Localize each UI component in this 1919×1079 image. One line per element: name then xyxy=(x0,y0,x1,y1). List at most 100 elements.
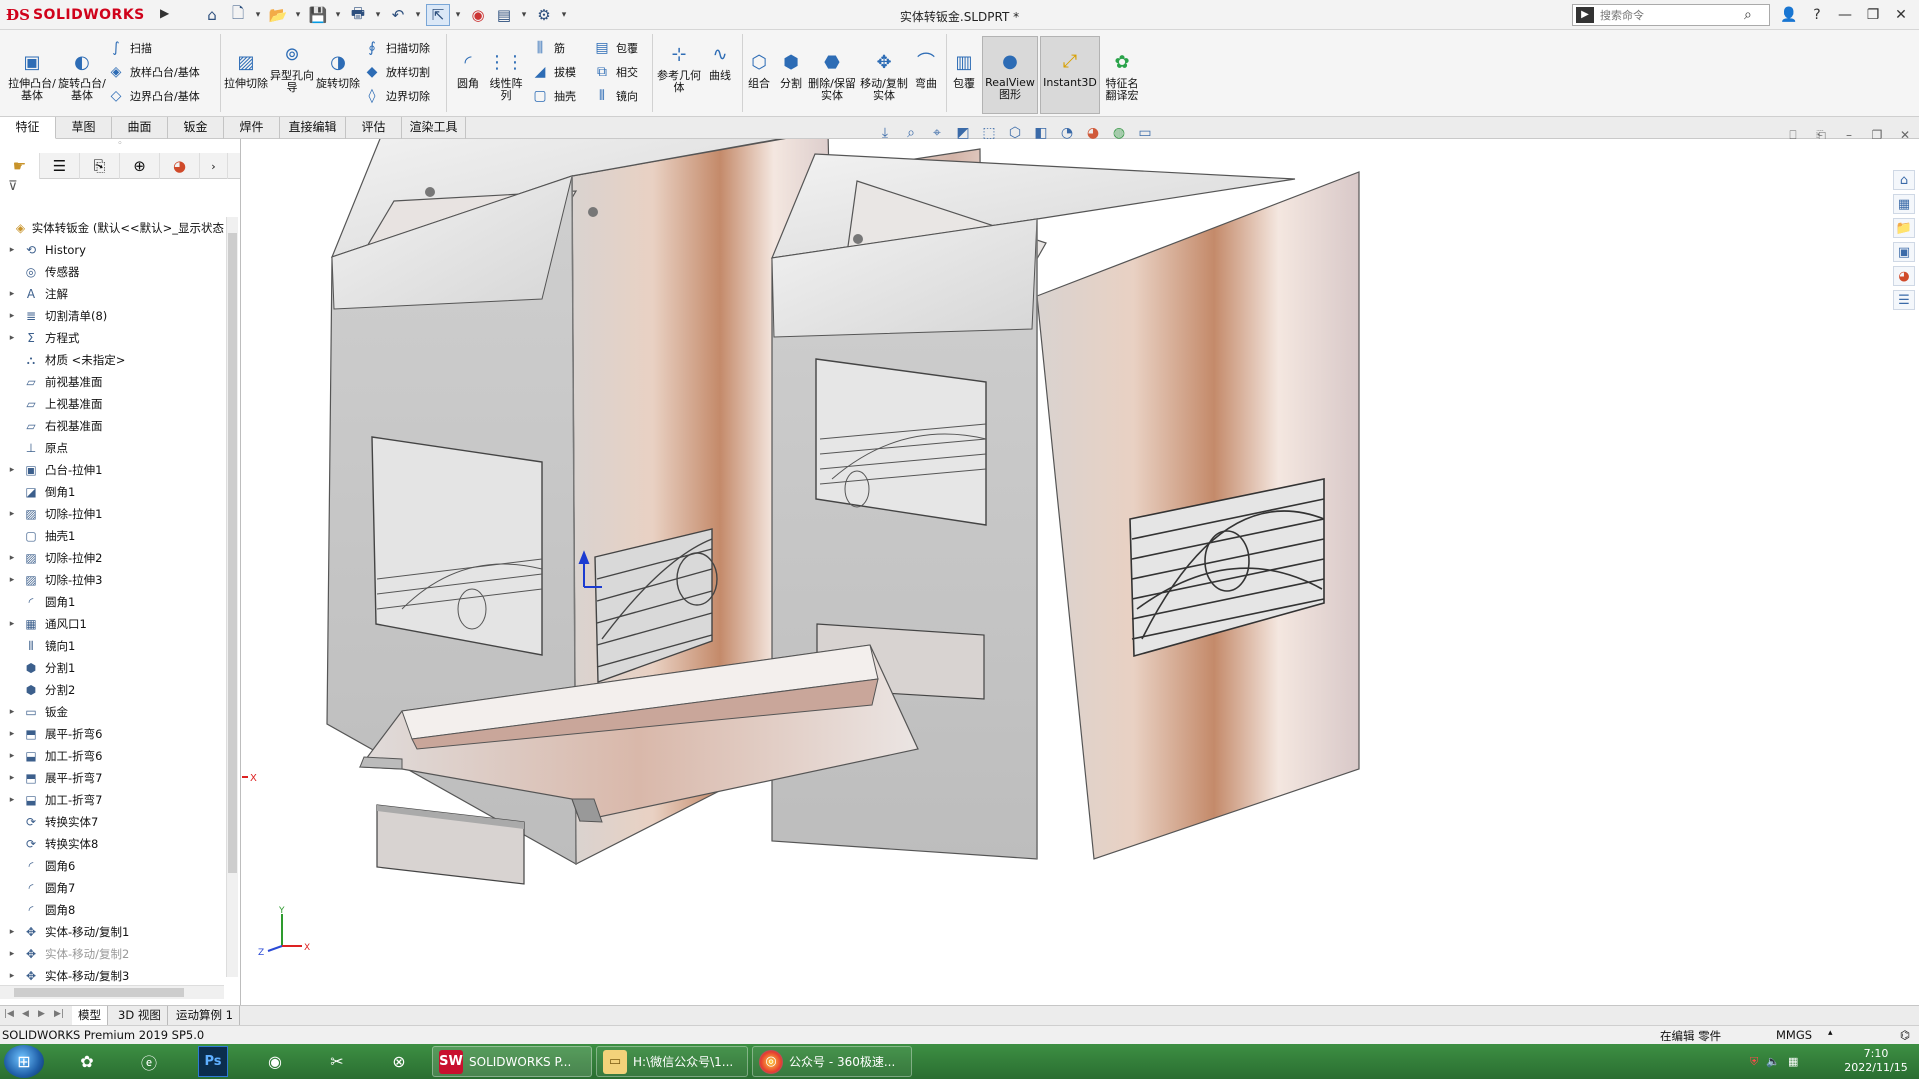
status-help-icon[interactable]: ⌬ xyxy=(1900,1028,1910,1042)
search-input[interactable] xyxy=(1600,8,1740,22)
loft-boss-button[interactable]: ◈ 放样凸台/基体 xyxy=(106,61,200,83)
tree-expander-icon[interactable]: ▸ xyxy=(6,553,18,563)
home-icon[interactable]: ⌂ xyxy=(200,4,224,26)
start-button-icon[interactable]: ⊞ xyxy=(4,1045,44,1078)
user-account-icon[interactable]: 👤 xyxy=(1778,4,1800,26)
filter-icon[interactable]: ⊽ xyxy=(0,179,240,199)
tree-item[interactable]: ▸ ▦ 通风口1 xyxy=(0,613,224,635)
solidworks-resources-icon[interactable]: ⌂ xyxy=(1893,170,1915,190)
tree-item[interactable]: ▸ ▣ 凸台-拉伸1 xyxy=(0,459,224,481)
tree-expander-icon[interactable]: ▸ xyxy=(6,971,18,981)
intersect-button[interactable]: ⧉ 相交 xyxy=(592,61,638,83)
tree-item[interactable]: ▢ 抽壳1 xyxy=(0,525,224,547)
media-app-icon[interactable]: ◉ xyxy=(250,1046,300,1077)
shell-button[interactable]: ▢ 抽壳 xyxy=(530,85,576,107)
draft-button[interactable]: ◢ 拔模 xyxy=(530,61,576,83)
tree-root-part[interactable]: ◈ 实体转钣金 (默认<<默认>_显示状态 xyxy=(0,217,224,239)
tree-item[interactable]: ⛬ 材质 <未指定> xyxy=(0,349,224,371)
tab-sheet-metal[interactable]: 钣金 xyxy=(168,117,224,139)
tree-item[interactable]: ▸ ⬒ 展平-折弯6 xyxy=(0,723,224,745)
file-properties-icon[interactable]: ▤ xyxy=(492,4,516,26)
rebuild-icon[interactable]: ◉ xyxy=(466,4,490,26)
new-document-icon[interactable]: 🗋 xyxy=(226,4,250,26)
photos-app-icon[interactable]: ✿ xyxy=(62,1046,112,1077)
revolve-cut-button[interactable]: ◑ 旋转切除 xyxy=(316,50,360,90)
help-icon[interactable]: ? xyxy=(1806,4,1828,26)
tab-features[interactable]: 特征 xyxy=(0,117,56,139)
tree-expander-icon[interactable]: ▸ xyxy=(6,289,18,299)
tab-weldments[interactable]: 焊件 xyxy=(224,117,280,139)
tab-surfaces[interactable]: 曲面 xyxy=(112,117,168,139)
tree-item[interactable]: ▸ ✥ 实体-移动/复制2 xyxy=(0,943,224,965)
flex-button[interactable]: ⌒ 弯曲 xyxy=(910,50,942,90)
open-dropdown-icon[interactable]: ▾ xyxy=(292,4,304,26)
tab-sketch[interactable]: 草图 xyxy=(56,117,112,139)
tree-item[interactable]: ▸ ▨ 切除-拉伸1 xyxy=(0,503,224,525)
tree-item[interactable]: ▸ ▭ 钣金 xyxy=(0,701,224,723)
tree-item[interactable]: ◜ 圆角7 xyxy=(0,877,224,899)
tree-expander-icon[interactable]: ▸ xyxy=(6,245,18,255)
wrap-large-button[interactable]: ▥ 包覆 xyxy=(948,50,980,90)
display-manager-tab-icon[interactable]: ◕ xyxy=(160,153,200,179)
model-viewport[interactable]: Y X Z xyxy=(242,139,1889,1005)
search-commands-box[interactable]: ▶ ⌕ xyxy=(1572,4,1770,26)
view-palette-icon[interactable]: ▣ xyxy=(1893,242,1915,262)
swept-cut-button[interactable]: ∮ 扫描切除 xyxy=(362,37,430,59)
tree-item[interactable]: ▸ ≣ 切割清单(8) xyxy=(0,305,224,327)
tree-item[interactable]: ⬢ 分割1 xyxy=(0,657,224,679)
browser-e-icon[interactable]: ⓔ xyxy=(124,1046,174,1077)
save-icon[interactable]: 💾 xyxy=(306,4,330,26)
volume-icon[interactable]: 🔈 xyxy=(1766,1055,1780,1068)
extrude-cut-button[interactable]: ▨ 拉伸切除 xyxy=(224,50,268,90)
curves-button[interactable]: ∿ 曲线 xyxy=(702,42,738,82)
panel-grip[interactable]: ◦ xyxy=(0,139,240,153)
new-dropdown-icon[interactable]: ▾ xyxy=(252,4,264,26)
tree-item[interactable]: ◜ 圆角6 xyxy=(0,855,224,877)
print-icon[interactable]: 🖶 xyxy=(346,4,370,26)
minimize-icon[interactable]: — xyxy=(1834,4,1856,26)
tree-item[interactable]: ▱ 上视基准面 xyxy=(0,393,224,415)
move-copy-body-button[interactable]: ✥ 移动/复制实体 xyxy=(860,50,908,102)
tree-item[interactable]: ⊥ 原点 xyxy=(0,437,224,459)
tool-app-icon[interactable]: ✂ xyxy=(312,1046,362,1077)
ok-app-icon[interactable]: ⊗ xyxy=(374,1046,424,1077)
tree-expander-icon[interactable]: ▸ xyxy=(6,773,18,783)
tree-item[interactable]: ⟳ 转换实体8 xyxy=(0,833,224,855)
tree-expander-icon[interactable]: ▸ xyxy=(6,795,18,805)
tree-expander-icon[interactable]: ▸ xyxy=(6,707,18,717)
fillet-button[interactable]: ◜ 圆角 xyxy=(450,50,486,90)
undo-icon[interactable]: ↶ xyxy=(386,4,410,26)
tree-vertical-scrollbar[interactable] xyxy=(226,217,238,977)
options-dropdown-icon[interactable]: ▾ xyxy=(558,4,570,26)
tree-expander-icon[interactable]: ▸ xyxy=(6,333,18,343)
tree-horizontal-scrollbar[interactable] xyxy=(0,985,224,999)
unit-system[interactable]: MMGS xyxy=(1776,1028,1812,1042)
property-manager-tab-icon[interactable]: ☰ xyxy=(40,153,80,179)
photoshop-icon[interactable]: Ps xyxy=(198,1046,228,1077)
combine-button[interactable]: ⬡ 组合 xyxy=(744,50,774,90)
hole-wizard-button[interactable]: ⊚ 异型孔向导 xyxy=(268,42,316,94)
tree-expander-icon[interactable]: ▸ xyxy=(6,949,18,959)
realview-button[interactable]: ● RealView图形 xyxy=(982,36,1038,114)
more-tabs-chevron-icon[interactable]: › xyxy=(200,153,228,179)
extrude-boss-button[interactable]: ▣ 拉伸凸台/基体 xyxy=(8,50,56,102)
tree-expander-icon[interactable]: ▸ xyxy=(6,465,18,475)
custom-properties-icon[interactable]: ☰ xyxy=(1893,290,1915,310)
boundary-cut-button[interactable]: ◊ 边界切除 xyxy=(362,85,430,107)
scroll-thumb[interactable] xyxy=(14,988,184,997)
feature-manager-tab-icon[interactable]: ☛ xyxy=(0,153,40,179)
rib-button[interactable]: ⫼ 筋 xyxy=(530,37,565,59)
tab-motion-study[interactable]: 运动算例 1 xyxy=(170,1006,240,1025)
tree-item[interactable]: ⟳ 转换实体7 xyxy=(0,811,224,833)
wrap-button[interactable]: ▤ 包覆 xyxy=(592,37,638,59)
viewport-close-icon[interactable]: ✕ xyxy=(1896,124,1914,146)
appearances-icon[interactable]: ◕ xyxy=(1893,266,1915,286)
restore-icon[interactable]: ❐ xyxy=(1862,4,1884,26)
tree-item[interactable]: ▸ ⬓ 加工-折弯7 xyxy=(0,789,224,811)
tab-3d-views[interactable]: 3D 视图 xyxy=(112,1006,168,1025)
tab-evaluate[interactable]: 评估 xyxy=(346,117,402,139)
tree-item[interactable]: ▸ ⬒ 展平-折弯7 xyxy=(0,767,224,789)
reference-geometry-button[interactable]: ⊹ 参考几何体 xyxy=(656,42,702,94)
sweep-button[interactable]: ∫ 扫描 xyxy=(106,37,152,59)
lofted-cut-button[interactable]: ◆ 放样切割 xyxy=(362,61,430,83)
